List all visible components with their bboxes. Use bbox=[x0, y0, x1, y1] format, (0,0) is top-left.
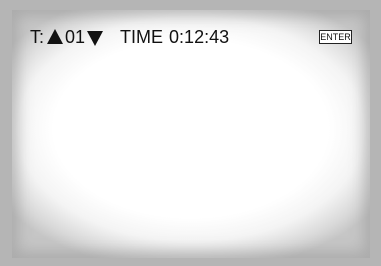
triangle-up-icon bbox=[47, 28, 64, 44]
device-frame: T: 01 TIME 0:12:43 ENTER bbox=[0, 0, 381, 266]
time-value: 0:12:43 bbox=[169, 27, 230, 47]
time-label: TIME bbox=[120, 27, 164, 47]
enter-button[interactable]: ENTER bbox=[319, 30, 352, 44]
triangle-down-icon bbox=[87, 30, 104, 46]
osd-status-bar: T: 01 TIME 0:12:43 bbox=[30, 26, 229, 48]
title-number: 01 bbox=[65, 27, 86, 47]
display-screen: T: 01 TIME 0:12:43 ENTER bbox=[12, 10, 370, 258]
title-prefix: T: bbox=[30, 27, 45, 47]
